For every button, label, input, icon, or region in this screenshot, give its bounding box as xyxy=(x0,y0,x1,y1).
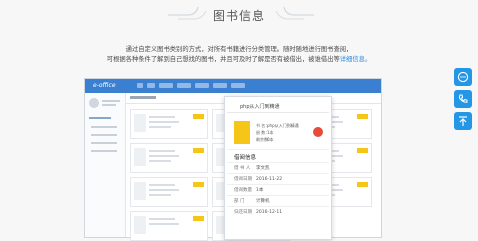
nav-placeholder xyxy=(159,83,173,88)
divider xyxy=(227,195,329,196)
description-line-2: 可根据各种条件了解到自己想找的图书，并且可及时了解是否有被借出，被谁借出等详细信… xyxy=(0,54,478,63)
back-to-top-button[interactable] xyxy=(454,112,472,130)
nav-placeholder xyxy=(137,83,143,88)
book-count-field: 册 数：1本 xyxy=(256,130,274,135)
sidebar-placeholder xyxy=(89,117,111,119)
book-card xyxy=(130,211,208,241)
chat-button[interactable] xyxy=(454,68,472,86)
return-date-row: 归还日期 2016-12-11 xyxy=(234,210,283,215)
borrow-info-heading: 借阅信息 xyxy=(234,155,257,161)
book-card xyxy=(130,177,208,207)
avatar xyxy=(89,98,99,108)
nav-placeholder xyxy=(213,83,227,88)
title-right-decoration xyxy=(275,6,314,20)
app-sidebar xyxy=(85,93,126,237)
book-name-field: 书 名：php从入门到精通 xyxy=(256,123,299,128)
sidebar-placeholder xyxy=(102,100,120,102)
app-topbar: e-office xyxy=(85,79,381,93)
description-line-2-text: 可根据各种条件了解到自己想找的图书，并且可及时了解是否有被借出，被谁借出等 xyxy=(106,56,340,63)
chat-icon xyxy=(457,71,469,83)
department-row: 部 门计算机 xyxy=(234,199,270,204)
description-line-1: 通过自定义图书类别的方式，对所有书籍进行分类管理。随时随地进行图书查阅， xyxy=(125,46,353,53)
nav-placeholder xyxy=(147,83,155,88)
nav-placeholder xyxy=(177,83,191,88)
nav-placeholder xyxy=(231,83,245,88)
borrower-row: 借 书 人李文凯 xyxy=(234,166,270,171)
divider xyxy=(227,162,329,163)
remove-button[interactable] xyxy=(313,127,323,137)
phone-icon xyxy=(458,94,468,103)
divider xyxy=(227,184,329,185)
book-remain-field: 剩余数：0本 xyxy=(256,137,274,142)
divider xyxy=(227,149,329,150)
divider xyxy=(227,173,329,174)
book-card xyxy=(130,143,208,173)
page-title: 图书信息 xyxy=(212,9,265,23)
borrow-date-row: 借阅日期 2016-11-22 xyxy=(234,177,283,182)
divider xyxy=(227,206,329,207)
breadcrumb xyxy=(130,96,156,99)
borrow-quantity-row: 借阅数量 1本 xyxy=(234,188,264,193)
divider xyxy=(227,112,329,113)
book-card xyxy=(130,109,208,139)
app-logo: e-office xyxy=(93,82,116,89)
book-detail-popup: php从入门到精通 书 名：php从入门到精通 册 数：1本 剩余数：0本 借阅… xyxy=(224,96,332,240)
sidebar-placeholder xyxy=(91,142,117,144)
back-to-top-icon xyxy=(459,116,467,126)
sidebar-placeholder xyxy=(91,126,117,128)
nav-placeholder xyxy=(195,83,209,88)
description-highlight: 详细信息。 xyxy=(339,56,372,63)
popup-title: php从入门到精通 xyxy=(240,104,280,110)
phone-button[interactable] xyxy=(454,90,472,108)
sidebar-placeholder xyxy=(91,134,117,136)
sidebar-placeholder xyxy=(102,104,116,106)
sidebar-placeholder xyxy=(91,150,117,152)
book-cover xyxy=(234,121,250,144)
